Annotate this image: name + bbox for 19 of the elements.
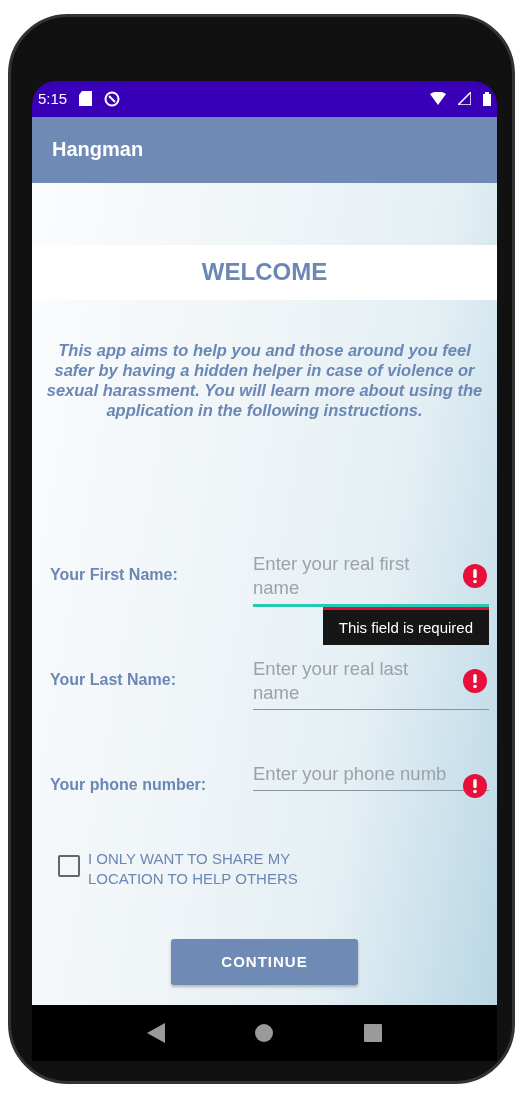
checkbox[interactable]	[58, 854, 80, 877]
recents-icon[interactable]	[363, 1023, 382, 1042]
wifi-icon	[430, 92, 446, 106]
intro-text: This app aims to help you and those around you feel safer by having a hidden helper in case of violence or sexual harassment. You will learn more about using the application in the following instructions.	[45, 339, 484, 420]
app-title: Hangman	[52, 138, 144, 162]
battery-icon	[483, 91, 491, 106]
back-icon[interactable]	[147, 1022, 166, 1043]
field-label: Your Last Name:	[50, 669, 177, 689]
error-tooltip: This field is required	[322, 606, 489, 645]
sd-card-icon	[79, 91, 93, 107]
continue-button[interactable]: CONTINUE	[171, 938, 358, 985]
field-label: Your phone number:	[50, 774, 208, 794]
signal-icon	[458, 92, 471, 106]
welcome-heading: WELCOME	[201, 258, 328, 287]
field-label: Your First Name:	[50, 564, 179, 584]
status-time: 5:15	[38, 90, 68, 108]
circle-icon	[104, 90, 121, 107]
home-icon[interactable]	[255, 1023, 274, 1042]
checkbox-label: I ONLY WANT TO SHARE MY LOCATION TO HELP OTHERS	[88, 848, 299, 889]
